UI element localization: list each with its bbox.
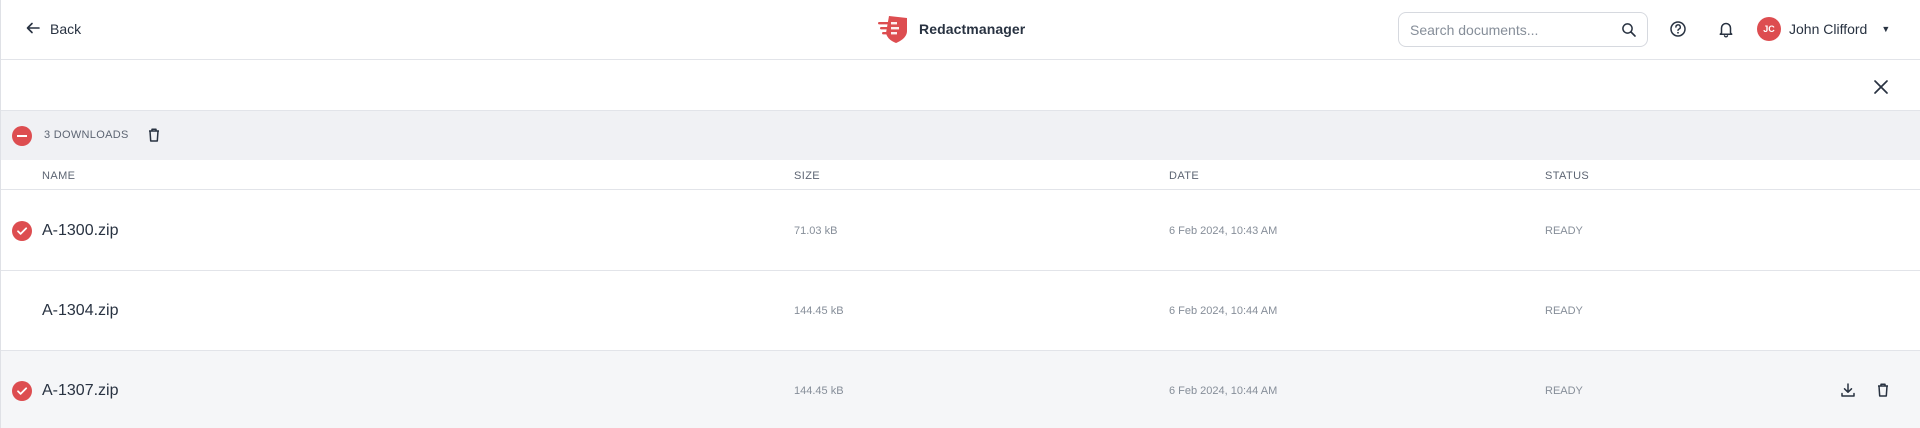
- column-header-date[interactable]: DATE: [1169, 170, 1199, 182]
- search-icon[interactable]: [1621, 22, 1637, 38]
- downloads-count-label: 3 DOWNLOADS: [44, 129, 129, 141]
- trash-icon[interactable]: [145, 126, 163, 144]
- deselect-all-toggle[interactable]: [12, 126, 32, 146]
- check-icon: [17, 227, 28, 235]
- file-date: 6 Feb 2024, 10:43 AM: [1169, 225, 1278, 237]
- file-status: READY: [1545, 305, 1583, 317]
- file-size: 144.45 kB: [794, 385, 844, 397]
- user-name: John Clifford: [1789, 21, 1868, 37]
- brand-name: Redactmanager: [919, 21, 1026, 37]
- file-status: READY: [1545, 385, 1583, 397]
- bell-icon[interactable]: [1716, 19, 1736, 39]
- row-checkbox[interactable]: [12, 221, 32, 241]
- table-row[interactable]: A-1300.zip 71.03 kB 6 Feb 2024, 10:43 AM…: [1, 191, 1920, 271]
- brand[interactable]: Redactmanager: [877, 12, 1025, 46]
- close-icon[interactable]: [1870, 76, 1892, 98]
- column-header-name[interactable]: NAME: [42, 170, 75, 182]
- row-checkbox[interactable]: [12, 301, 32, 321]
- back-button[interactable]: Back: [25, 16, 81, 42]
- top-bar: Back Redactmanager JC John Clifford: [1, 0, 1920, 60]
- column-header-status[interactable]: STATUS: [1545, 170, 1589, 182]
- arrow-left-icon: [25, 20, 41, 39]
- bulk-actions-bar: 3 DOWNLOADS: [1, 110, 1920, 160]
- table-row[interactable]: A-1307.zip 144.45 kB 6 Feb 2024, 10:44 A…: [1, 351, 1920, 428]
- check-icon: [17, 387, 28, 395]
- file-status: READY: [1545, 225, 1583, 237]
- column-header-size[interactable]: SIZE: [794, 170, 820, 182]
- shield-logo-icon: [877, 14, 909, 44]
- file-name: A-1300.zip: [42, 222, 119, 239]
- search-input[interactable]: [1410, 21, 1620, 38]
- help-circle-icon[interactable]: [1668, 19, 1688, 39]
- trash-icon[interactable]: [1874, 381, 1892, 399]
- file-name: A-1307.zip: [42, 382, 119, 399]
- user-menu[interactable]: JC John Clifford ▼: [1757, 17, 1890, 41]
- download-icon[interactable]: [1839, 381, 1857, 399]
- file-size: 144.45 kB: [794, 305, 844, 317]
- table-row[interactable]: A-1304.zip 144.45 kB 6 Feb 2024, 10:44 A…: [1, 271, 1920, 351]
- search-box: [1398, 12, 1648, 47]
- file-date: 6 Feb 2024, 10:44 AM: [1169, 305, 1278, 317]
- table-header: NAME SIZE DATE STATUS: [1, 160, 1920, 190]
- row-checkbox[interactable]: [12, 381, 32, 401]
- avatar: JC: [1757, 17, 1781, 41]
- back-label: Back: [50, 21, 82, 37]
- file-size: 71.03 kB: [794, 225, 838, 237]
- caret-down-icon: ▼: [1881, 24, 1891, 34]
- file-name: A-1304.zip: [42, 302, 119, 319]
- file-date: 6 Feb 2024, 10:44 AM: [1169, 385, 1278, 397]
